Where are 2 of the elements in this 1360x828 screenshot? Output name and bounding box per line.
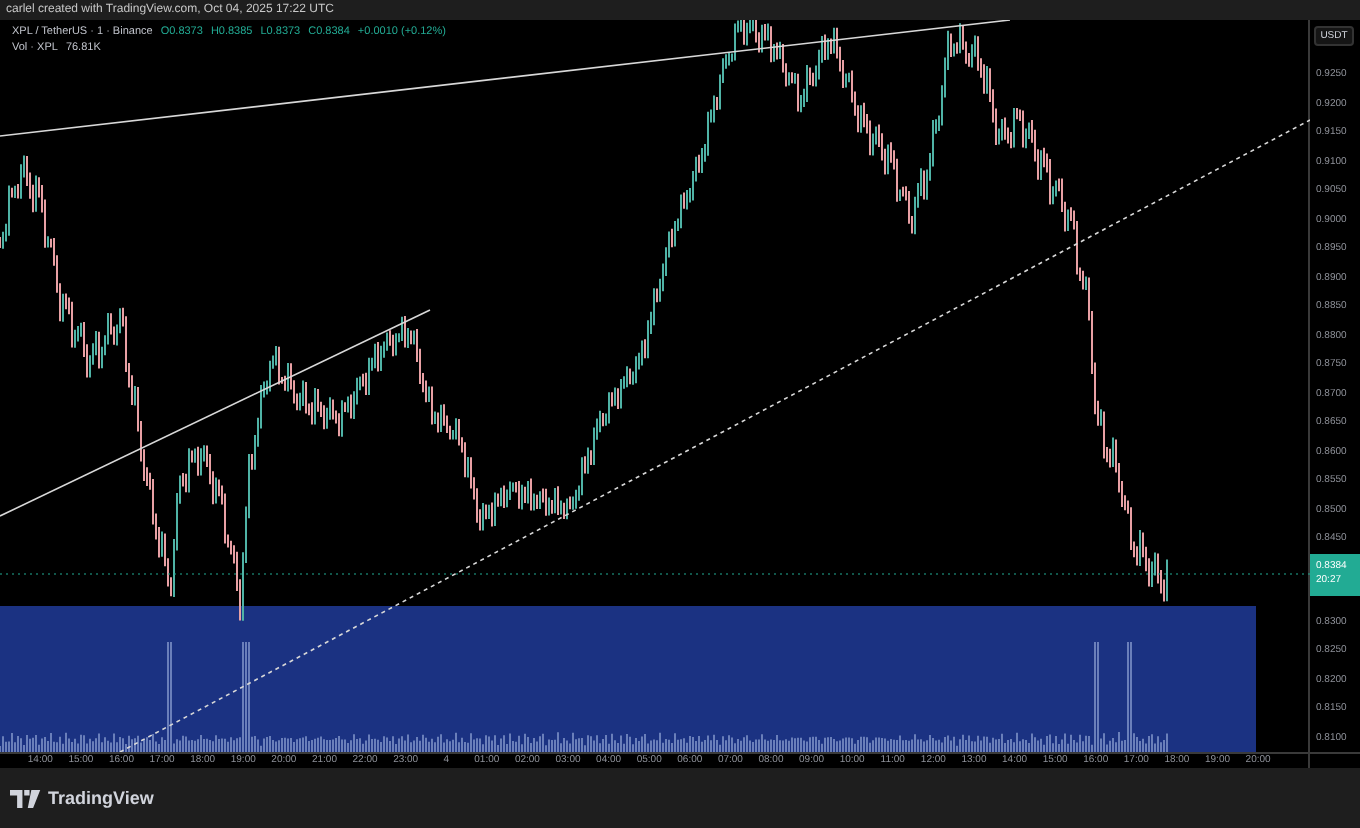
brand-name: TradingView [48, 788, 154, 808]
logo-icon [10, 789, 42, 807]
